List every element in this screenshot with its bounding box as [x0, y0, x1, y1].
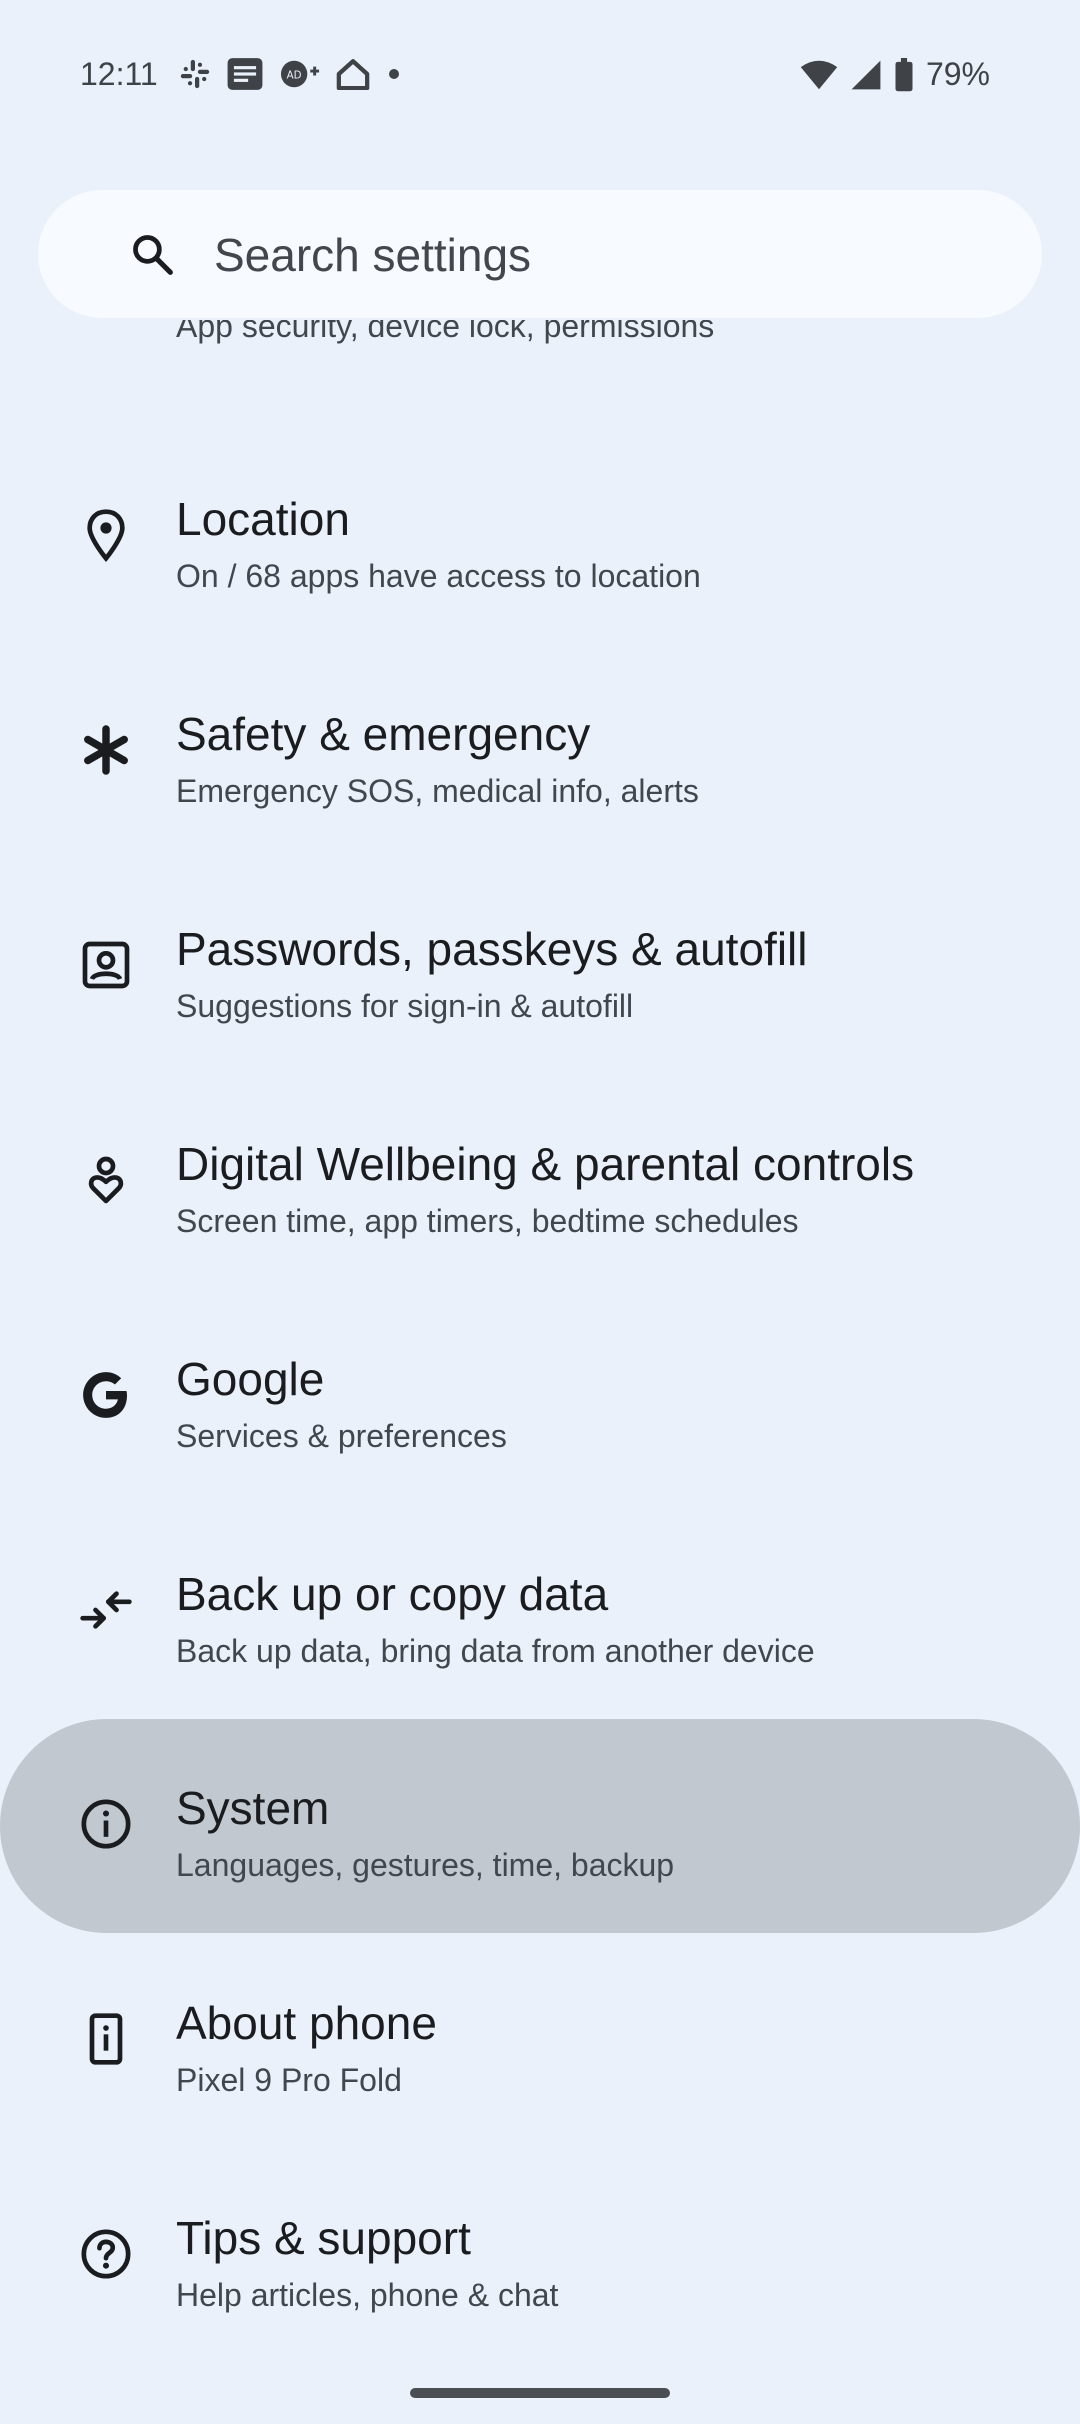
- settings-item-tips-support[interactable]: Tips & support Help articles, phone & ch…: [0, 2149, 1080, 2363]
- notification-icons: AD: [178, 56, 404, 92]
- settings-item-title: Digital Wellbeing & parental controls: [176, 1138, 915, 1190]
- status-bar: 12:11 AD 79%: [0, 0, 1080, 150]
- ad-icon: AD: [278, 57, 322, 91]
- search-icon: [130, 232, 174, 276]
- settings-screen: 12:11 AD 79% App security, device lock, …: [0, 0, 1080, 2424]
- security-item-partial[interactable]: App security, device lock, permissions: [176, 320, 1026, 380]
- svg-text:AD: AD: [287, 69, 302, 81]
- settings-item-subtitle: Emergency SOS, medical info, alerts: [176, 773, 699, 809]
- system-status-icons: 79%: [800, 56, 990, 93]
- home-indicator[interactable]: [410, 2388, 670, 2398]
- settings-item-digital-wellbeing[interactable]: Digital Wellbeing & parental controls Sc…: [0, 1075, 1080, 1289]
- battery-percent: 79%: [925, 56, 990, 92]
- location-pin-icon: [78, 507, 134, 563]
- settings-item-title: Safety & emergency: [176, 708, 591, 760]
- settings-item-passwords[interactable]: Passwords, passkeys & autofill Suggestio…: [0, 860, 1080, 1074]
- search-bar[interactable]: Search settings: [38, 190, 1042, 318]
- wellbeing-icon: [78, 1152, 134, 1208]
- settings-item-subtitle: Suggestions for sign-in & autofill: [176, 988, 634, 1024]
- settings-item-safety-emergency[interactable]: Safety & emergency Emergency SOS, medica…: [0, 645, 1080, 859]
- settings-item-subtitle: Pixel 9 Pro Fold: [176, 2062, 402, 2098]
- security-item-subtitle: App security, device lock, permissions: [176, 320, 715, 344]
- settings-item-location[interactable]: Location On / 68 apps have access to loc…: [0, 430, 1080, 644]
- phone-info-icon: [78, 2011, 134, 2067]
- slack-icon: [178, 57, 212, 91]
- settings-item-subtitle: Back up data, bring data from another de…: [176, 1633, 815, 1669]
- settings-item-google[interactable]: Google Services & preferences: [0, 1290, 1080, 1504]
- settings-item-title: System: [176, 1782, 330, 1834]
- settings-item-title: Google: [176, 1353, 325, 1405]
- settings-item-title: Back up or copy data: [176, 1568, 609, 1620]
- google-icon: [78, 1367, 134, 1423]
- settings-item-title: Passwords, passkeys & autofill: [176, 923, 808, 975]
- password-icon: [78, 937, 134, 993]
- settings-item-subtitle: Screen time, app timers, bedtime schedul…: [176, 1203, 799, 1239]
- help-icon: [78, 2226, 134, 2282]
- settings-item-backup-copy[interactable]: Back up or copy data Back up data, bring…: [0, 1505, 1080, 1719]
- settings-item-system[interactable]: System Languages, gestures, time, backup: [0, 1719, 1080, 1933]
- backup-transfer-icon: [78, 1582, 134, 1638]
- settings-item-title: Tips & support: [176, 2212, 471, 2264]
- home-icon: [336, 58, 370, 90]
- status-time: 12:11: [80, 56, 158, 92]
- settings-item-subtitle: Languages, gestures, time, backup: [176, 1847, 675, 1883]
- battery-icon: [894, 57, 914, 92]
- signal-icon: [850, 59, 882, 91]
- message-icon: [226, 56, 264, 92]
- wifi-icon: [800, 59, 838, 91]
- settings-item-title: About phone: [176, 1997, 437, 2049]
- settings-item-title: Location: [176, 493, 350, 545]
- settings-item-about-phone[interactable]: About phone Pixel 9 Pro Fold: [0, 1934, 1080, 2148]
- settings-item-subtitle: On / 68 apps have access to location: [176, 558, 701, 594]
- settings-item-subtitle: Help articles, phone & chat: [176, 2277, 559, 2313]
- dot-icon: [384, 64, 404, 84]
- settings-item-subtitle: Services & preferences: [176, 1418, 507, 1454]
- info-icon: [78, 1796, 134, 1852]
- asterisk-icon: [78, 722, 134, 778]
- search-input[interactable]: Search settings: [214, 228, 531, 282]
